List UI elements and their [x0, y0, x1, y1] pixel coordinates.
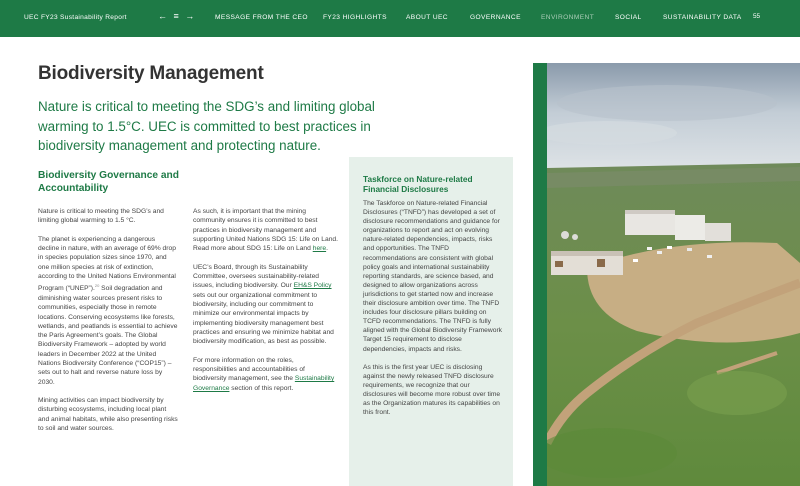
- ehs-policy-link[interactable]: EH&S Policy: [294, 282, 332, 289]
- intro-statement: Nature is critical to meeting the SDG’s …: [38, 99, 375, 153]
- tnfd-body: The Taskforce on Nature-related Financia…: [363, 199, 503, 426]
- col2-paragraph-2: UEC’s Board, through its Sustainability …: [193, 263, 334, 346]
- col2-paragraph-1: As such, it is important that the mining…: [193, 208, 338, 253]
- sdg15-link[interactable]: here: [313, 245, 326, 252]
- col1-paragraph-2: The planet is experiencing a dangerous d…: [38, 235, 178, 386]
- nav-item-message-from-ceo[interactable]: MESSAGE FROM THE CEO: [215, 14, 308, 21]
- facility-aerial-photo: [547, 63, 800, 486]
- report-title: UEC FY23 Sustainability Report: [24, 14, 127, 21]
- nav-item-fy23-highlights[interactable]: FY23 HIGHLIGHTS: [323, 14, 387, 21]
- tnfd-heading: Taskforce on Nature-related Financial Di…: [363, 174, 473, 194]
- col1-paragraph-1: Nature is critical to meeting the SDG’s …: [38, 208, 164, 225]
- nav-item-about-uec[interactable]: ABOUT UEC: [406, 14, 448, 21]
- page-title: Biodiversity Management: [38, 63, 264, 84]
- section-heading: Biodiversity Governance and Accountabili…: [38, 170, 179, 194]
- nav-item-social[interactable]: SOCIAL: [615, 14, 642, 21]
- aerial-landscape-image: [547, 63, 800, 486]
- page-number: 55: [753, 13, 761, 20]
- top-nav-bar: UEC FY23 Sustainability Report ← ≡ → MES…: [0, 0, 800, 37]
- body-column-1: Nature is critical to meeting the SDG’s …: [38, 207, 178, 443]
- col1-paragraph-3: Mining activities can impact biodiversit…: [38, 397, 178, 433]
- body-column-2: As such, it is important that the mining…: [193, 207, 338, 402]
- nav-arrows-menu-icon[interactable]: ← ≡ →: [158, 11, 196, 21]
- tnfd-paragraph-2: As this is the first year UEC is disclos…: [363, 363, 501, 417]
- col2-paragraph-3: For more information on the roles, respo…: [193, 356, 335, 392]
- nav-item-sustainability-data[interactable]: SUSTAINABILITY DATA: [663, 14, 742, 21]
- nav-item-environment[interactable]: ENVIRONMENT: [541, 14, 594, 21]
- nav-item-governance[interactable]: GOVERNANCE: [470, 14, 521, 21]
- tnfd-paragraph-1: The Taskforce on Nature-related Financia…: [363, 200, 503, 353]
